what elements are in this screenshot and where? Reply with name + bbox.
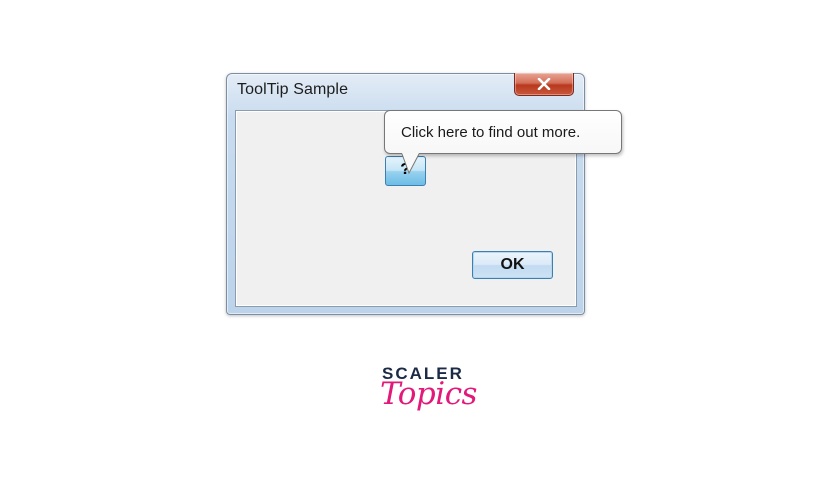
tooltip-text: Click here to find out more. <box>401 124 581 141</box>
scaler-topics-logo: SCALER Topics <box>380 364 477 430</box>
screenshot-stage: ToolTip Sample ? OK Click here to find o… <box>0 0 840 480</box>
window-title: ToolTip Sample <box>237 81 349 98</box>
title-bar[interactable]: ToolTip Sample <box>227 73 584 106</box>
ok-button[interactable]: OK <box>472 251 553 279</box>
close-button[interactable] <box>514 73 574 96</box>
tooltip-tail <box>401 153 420 175</box>
logo-wordmark-topics: Topics <box>380 376 477 412</box>
close-x-icon <box>537 78 551 90</box>
tooltip-balloon: Click here to find out more. <box>384 110 622 175</box>
